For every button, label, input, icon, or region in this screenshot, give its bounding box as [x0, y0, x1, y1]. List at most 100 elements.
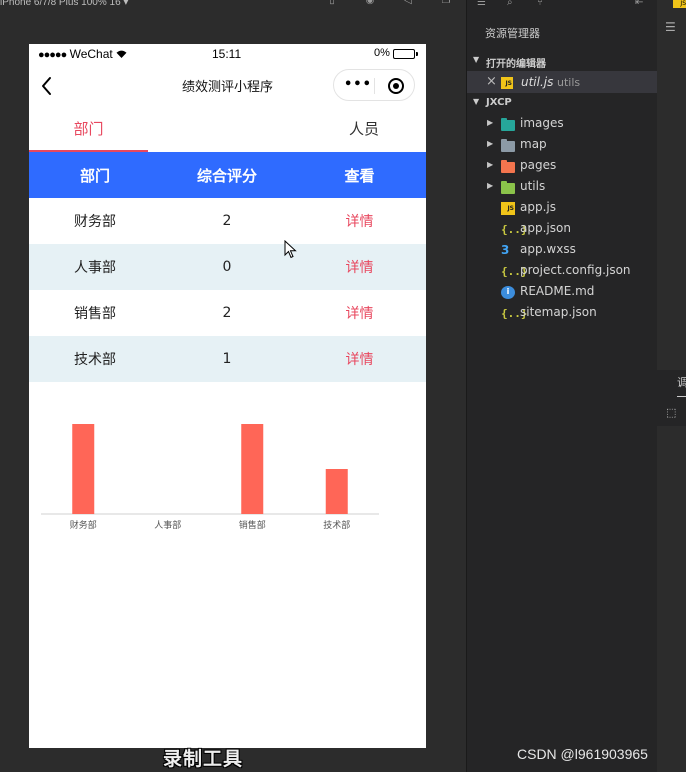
x-tick-label: 财务部 — [70, 519, 97, 531]
header-department: 部门 — [79, 166, 110, 185]
row-department: 财务部 — [74, 214, 116, 230]
carrier: ●●●●● WeChat — [38, 47, 127, 61]
open-file-name: util.js — [521, 75, 554, 89]
files-icon[interactable]: ☰ — [477, 0, 486, 8]
header-view: 查看 — [344, 166, 375, 185]
tree-file-readme[interactable]: i README.md — [467, 282, 657, 303]
tree-folder-map[interactable]: ▶ map — [467, 135, 657, 156]
close-miniprogram-icon[interactable] — [387, 77, 405, 95]
debug-tab-label[interactable]: 调 — [677, 374, 686, 390]
tree-folder-pages[interactable]: ▶ pages — [467, 156, 657, 177]
details-link[interactable]: 详情 — [293, 244, 426, 290]
open-editors-section[interactable]: ▼ 打开的编辑器 — [467, 51, 657, 71]
status-bar: ●●●●● WeChat 15:11 0% — [29, 44, 426, 66]
app-root: iPhone 6/7/8 Plus 100% 16 ▾ ▯ ◉ ◁ ❐ ●●●●… — [0, 0, 686, 772]
score-bar-chart: 财务部 人事部 销售部 技术部 — [29, 414, 426, 534]
x-tick-label: 技术部 — [323, 519, 350, 531]
source-control-icon[interactable]: ⑂ — [537, 0, 543, 8]
caret-right-icon: ▶ — [487, 139, 494, 148]
bar-2 — [241, 424, 264, 514]
js-file-icon: JS — [501, 77, 513, 89]
battery-icon — [393, 49, 418, 59]
row-score: 1 — [222, 351, 232, 367]
js-tab-icon[interactable]: JS — [673, 0, 686, 8]
row-score: 2 — [222, 305, 232, 321]
chart-svg: 财务部 人事部 销售部 技术部 — [41, 424, 379, 531]
search-icon[interactable]: ⌕ — [507, 0, 513, 8]
bar-3 — [325, 469, 348, 514]
copy-icon[interactable]: ❐ — [440, 0, 452, 6]
tab-department[interactable]: 部门 — [29, 110, 148, 152]
bar-0 — [72, 424, 95, 514]
header-score: 综合评分 — [196, 166, 257, 185]
tree-label: sitemap.json — [520, 305, 597, 319]
menu-icon[interactable]: ☰ — [665, 20, 676, 34]
tree-label: app.js — [520, 200, 556, 214]
folder-icon — [501, 118, 515, 131]
open-editor-item[interactable]: × JS util.js utils — [467, 71, 657, 93]
project-section[interactable]: ▼ JXCP — [467, 93, 657, 113]
menu-capsule: ••• — [333, 69, 415, 101]
tree-file-app-json[interactable]: {..} app.json — [467, 219, 657, 240]
tree-label: app.json — [520, 221, 571, 235]
details-link[interactable]: 详情 — [293, 336, 426, 382]
volume-icon[interactable]: ◁ — [402, 0, 414, 6]
info-icon: i — [501, 286, 515, 299]
tree-label: app.wxss — [520, 242, 576, 256]
simulator-toolbar: iPhone 6/7/8 Plus 100% 16 ▾ ▯ ◉ ◁ ❐ — [0, 0, 466, 14]
tree-file-project-config[interactable]: {..} project.config.json — [467, 261, 657, 282]
folder-icon — [501, 139, 515, 152]
json-file-icon: {..} — [501, 265, 528, 278]
open-editors-label: 打开的编辑器 — [486, 59, 546, 70]
row-score: 0 — [222, 259, 232, 275]
editor-edge: JS ☰ 调 ⬚ — [657, 0, 686, 772]
tree-label: utils — [520, 179, 546, 193]
phone-icon[interactable]: ▯ — [326, 0, 338, 6]
wifi-icon — [116, 50, 127, 58]
layout-icon[interactable]: ⇤ — [635, 0, 643, 8]
tab-bar: 部门 人员 — [29, 110, 426, 152]
tree-folder-images[interactable]: ▶ images — [467, 114, 657, 135]
x-tick-label: 销售部 — [239, 519, 266, 531]
tab-personnel[interactable]: 人员 — [304, 110, 424, 152]
table-row: 财务部 2 详情 — [29, 198, 426, 244]
debug-tab-underline — [677, 396, 686, 397]
device-selector[interactable]: iPhone 6/7/8 Plus 100% 16 ▾ — [0, 0, 128, 8]
element-picker-icon[interactable]: ⬚ — [666, 406, 676, 419]
capsule-divider — [374, 78, 375, 94]
caret-right-icon: ▶ — [487, 160, 494, 169]
details-link[interactable]: 详情 — [293, 198, 426, 244]
phone-screen: ●●●●● WeChat 15:11 0% 绩效测评小程序 ••• 部门 人员 … — [29, 44, 426, 748]
open-file-dir: utils — [557, 76, 581, 89]
explorer-title: 资源管理器 — [485, 27, 540, 40]
row-score: 2 — [222, 213, 232, 229]
css-file-icon: 3 — [501, 243, 510, 257]
tree-file-app-wxss[interactable]: 3 app.wxss — [467, 240, 657, 261]
department-table: 部门 综合评分 查看 财务部 2 详情 人事部 0 详情 销售部 2 详情 技术… — [29, 152, 426, 382]
row-department: 人事部 — [74, 260, 116, 276]
tree-label: pages — [520, 158, 557, 172]
carrier-name: WeChat — [69, 47, 113, 61]
signal-icon: ●●●●● — [38, 49, 67, 61]
table-row: 人事部 0 详情 — [29, 244, 426, 290]
table-header: 部门 综合评分 查看 — [29, 152, 426, 198]
details-link[interactable]: 详情 — [293, 290, 426, 336]
caret-right-icon: ▶ — [487, 118, 494, 127]
mouse-cursor-icon — [284, 240, 297, 259]
caret-down-icon: ▼ — [473, 97, 480, 106]
row-department: 技术部 — [74, 352, 116, 368]
more-icon[interactable]: ••• — [344, 78, 371, 92]
record-icon[interactable]: ◉ — [364, 0, 376, 6]
tree-file-app-js[interactable]: JS app.js — [467, 198, 657, 219]
json-file-icon: {..} — [501, 223, 528, 236]
status-time: 15:11 — [212, 47, 242, 61]
tree-folder-utils[interactable]: ▶ utils — [467, 177, 657, 198]
tree-label: map — [520, 137, 547, 151]
folder-icon — [501, 181, 515, 194]
json-file-icon: {..} — [501, 307, 528, 320]
close-icon[interactable]: × — [486, 74, 497, 89]
tree-label: images — [520, 116, 564, 130]
project-label: JXCP — [486, 97, 512, 108]
battery-percent: 0% — [374, 47, 390, 59]
tree-file-sitemap[interactable]: {..} sitemap.json — [467, 303, 657, 324]
